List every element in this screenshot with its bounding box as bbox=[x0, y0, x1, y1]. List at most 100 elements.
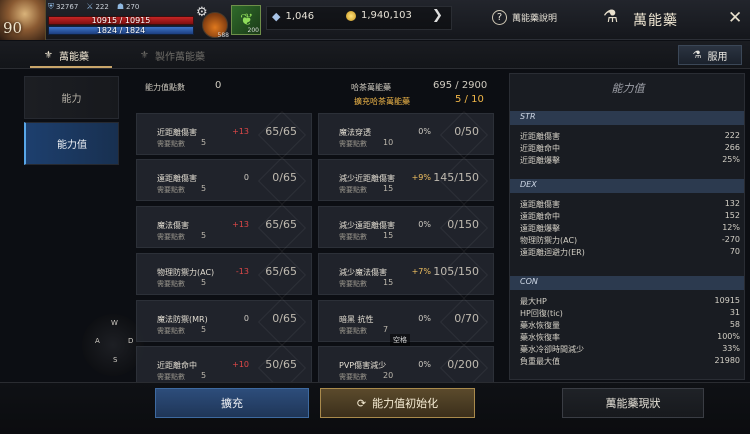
stat-value: 70 bbox=[729, 247, 740, 256]
stat-row: 藥水恢復率 100% bbox=[520, 332, 740, 343]
ability-name: 魔法傷害 bbox=[157, 221, 189, 230]
cost-label: 需要點數 bbox=[339, 186, 367, 194]
leaf-item-slot[interactable]: ❦ 200 bbox=[231, 5, 261, 35]
ability-card[interactable]: 近距離傷害 需要點數 5 +13 65/65 bbox=[136, 110, 312, 160]
ability-progress: 0/65 bbox=[272, 171, 297, 184]
nav-item-ability[interactable]: 能力 bbox=[24, 76, 119, 119]
virtual-dpad[interactable]: W A D S bbox=[82, 314, 144, 376]
stat-value: 31 bbox=[729, 308, 740, 317]
stat-name: HP回復(tic) bbox=[520, 309, 563, 318]
stat-value: 222 bbox=[724, 131, 740, 140]
cost-value: 5 bbox=[201, 184, 207, 193]
ability-name: 暗黑 抗性 bbox=[339, 315, 374, 324]
chevron-right-icon[interactable]: ❯ bbox=[432, 8, 443, 23]
cost-label: 需要點數 bbox=[157, 280, 185, 288]
ability-bonus: 0% bbox=[418, 220, 431, 229]
stat-row: 遠距離命中 152 bbox=[520, 211, 740, 222]
stat-name: 遠距離迴避力(ER) bbox=[520, 248, 585, 257]
close-icon[interactable]: ✕ bbox=[728, 8, 742, 28]
ability-bonus: +13 bbox=[232, 127, 249, 136]
ability-card[interactable]: 魔法傷害 需要點數 5 +13 65/65 bbox=[136, 203, 312, 253]
expand-elixir-value: 5 / 10 bbox=[455, 94, 484, 105]
stat-name: 藥水恢復率 bbox=[520, 333, 560, 342]
elixir-icon: ⚗ bbox=[603, 7, 619, 27]
left-nav: 能力 能力值 bbox=[24, 76, 119, 168]
stat-row: 藥水恢復量 58 bbox=[520, 320, 740, 331]
section-label: DEX bbox=[520, 180, 537, 189]
nav-item-ability-value[interactable]: 能力值 bbox=[24, 122, 119, 165]
active-tab-indicator bbox=[30, 66, 112, 68]
expand-elixir-label: 擴充哈茶萬能藥 bbox=[354, 97, 410, 106]
elixir-status-button[interactable]: 萬能藥現狀 bbox=[562, 388, 704, 418]
ability-progress: 0/200 bbox=[447, 358, 479, 371]
cost-value: 5 bbox=[201, 231, 207, 240]
tab-elixir[interactable]: ⚜ 萬能藥 bbox=[44, 48, 89, 63]
stat-name: 藥水冷卻時間減少 bbox=[520, 345, 584, 354]
stat-row: 負重最大值 21980 bbox=[520, 356, 740, 367]
diamond-currency: ◆ 1,046 bbox=[272, 10, 315, 23]
ability-bonus: 0 bbox=[243, 314, 249, 323]
ability-card[interactable]: 遠距離傷害 需要點數 5 0 0/65 bbox=[136, 156, 312, 206]
ability-progress: 65/65 bbox=[265, 125, 297, 138]
stat-name: 近距離命中 bbox=[520, 144, 560, 153]
cost-value: 20 bbox=[383, 371, 394, 380]
cost-label: 需要點數 bbox=[339, 373, 367, 381]
ability-name: 減少遠距離傷害 bbox=[339, 221, 395, 230]
cost-value: 7 bbox=[383, 325, 389, 334]
stat-value: 33% bbox=[722, 344, 740, 353]
points-label: 能力值點數 bbox=[145, 83, 185, 92]
cost-value: 15 bbox=[383, 184, 394, 193]
ability-name: 魔法防禦(MR) bbox=[157, 315, 208, 324]
potion-slot[interactable]: 588 bbox=[202, 12, 229, 39]
section-label: CON bbox=[520, 277, 538, 286]
reset-stats-button[interactable]: ⟳ 能力值初始化 bbox=[320, 388, 475, 418]
ability-bonus: +7% bbox=[411, 267, 431, 276]
shield-icon: ⛨ bbox=[48, 2, 54, 11]
section-header-dex: DEX bbox=[510, 179, 744, 193]
stat-name: 遠距離爆擊 bbox=[520, 224, 560, 233]
mp-bar: 1824 / 1824 bbox=[48, 26, 194, 35]
expand-button[interactable]: 擴充 bbox=[155, 388, 309, 418]
ability-name: 減少魔法傷害 bbox=[339, 268, 387, 277]
section-header-con: CON bbox=[510, 276, 744, 290]
stat-value: 12% bbox=[722, 223, 740, 232]
stat-row: 遠距離迴避力(ER) 70 bbox=[520, 247, 740, 258]
ability-card[interactable]: 減少魔法傷害 需要點數 15 +7% 105/150 bbox=[318, 250, 494, 300]
ability-card[interactable]: 魔法穿透 需要點數 10 0% 0/50 bbox=[318, 110, 494, 160]
hp-bar: 10915 / 10915 bbox=[48, 16, 194, 25]
stat-row: 遠距離爆擊 12% bbox=[520, 223, 740, 234]
refresh-icon: ⟳ bbox=[356, 396, 367, 410]
stat-name: 遠距離命中 bbox=[520, 212, 560, 221]
ability-progress: 65/65 bbox=[265, 218, 297, 231]
cost-label: 需要點數 bbox=[157, 373, 185, 381]
help-button[interactable]: ? 萬能藥說明 bbox=[492, 10, 557, 25]
coin-icon bbox=[346, 10, 356, 21]
stat-value: -270 bbox=[721, 235, 740, 244]
ability-name: PVP傷害減少 bbox=[339, 361, 387, 370]
stat-name: 物理防禦力(AC) bbox=[520, 236, 578, 245]
elixir-tab-icon: ⚜ bbox=[44, 50, 53, 61]
ability-card[interactable]: 物理防禦力(AC) 需要點數 5 -13 65/65 bbox=[136, 250, 312, 300]
stat-row: 最大HP 10915 bbox=[520, 296, 740, 307]
craft-tab-icon: ⚜ bbox=[140, 50, 149, 61]
stat-row: 近距離爆擊 25% bbox=[520, 155, 740, 166]
ability-progress: 65/65 bbox=[265, 265, 297, 278]
sword-icon: ⚔ bbox=[86, 2, 94, 11]
ability-card[interactable]: 減少遠距離傷害 需要點數 15 0% 0/150 bbox=[318, 203, 494, 253]
points-value: 0 bbox=[215, 80, 222, 91]
ability-bonus: -13 bbox=[235, 267, 249, 276]
cost-label: 需要點數 bbox=[157, 327, 185, 335]
question-icon: ? bbox=[492, 10, 507, 25]
ability-name: 遠距離傷害 bbox=[157, 174, 197, 183]
stat-name: 藥水恢復量 bbox=[520, 321, 560, 330]
use-button[interactable]: ⚗ 服用 bbox=[678, 45, 742, 65]
ability-card[interactable]: 魔法防禦(MR) 需要點數 5 0 0/65 bbox=[136, 297, 312, 347]
stat-name: 最大HP bbox=[520, 297, 547, 306]
ability-name: 近距離命中 bbox=[157, 361, 197, 370]
ability-bonus: 0% bbox=[418, 360, 431, 369]
ability-card[interactable]: 減少近距離傷害 需要點數 15 +9% 145/150 bbox=[318, 156, 494, 206]
ability-progress: 0/150 bbox=[447, 218, 479, 231]
ability-progress: 145/150 bbox=[433, 171, 479, 184]
tab-craft-elixir[interactable]: ⚜ 製作萬能藥 bbox=[140, 48, 205, 63]
cost-label: 需要點數 bbox=[157, 186, 185, 194]
